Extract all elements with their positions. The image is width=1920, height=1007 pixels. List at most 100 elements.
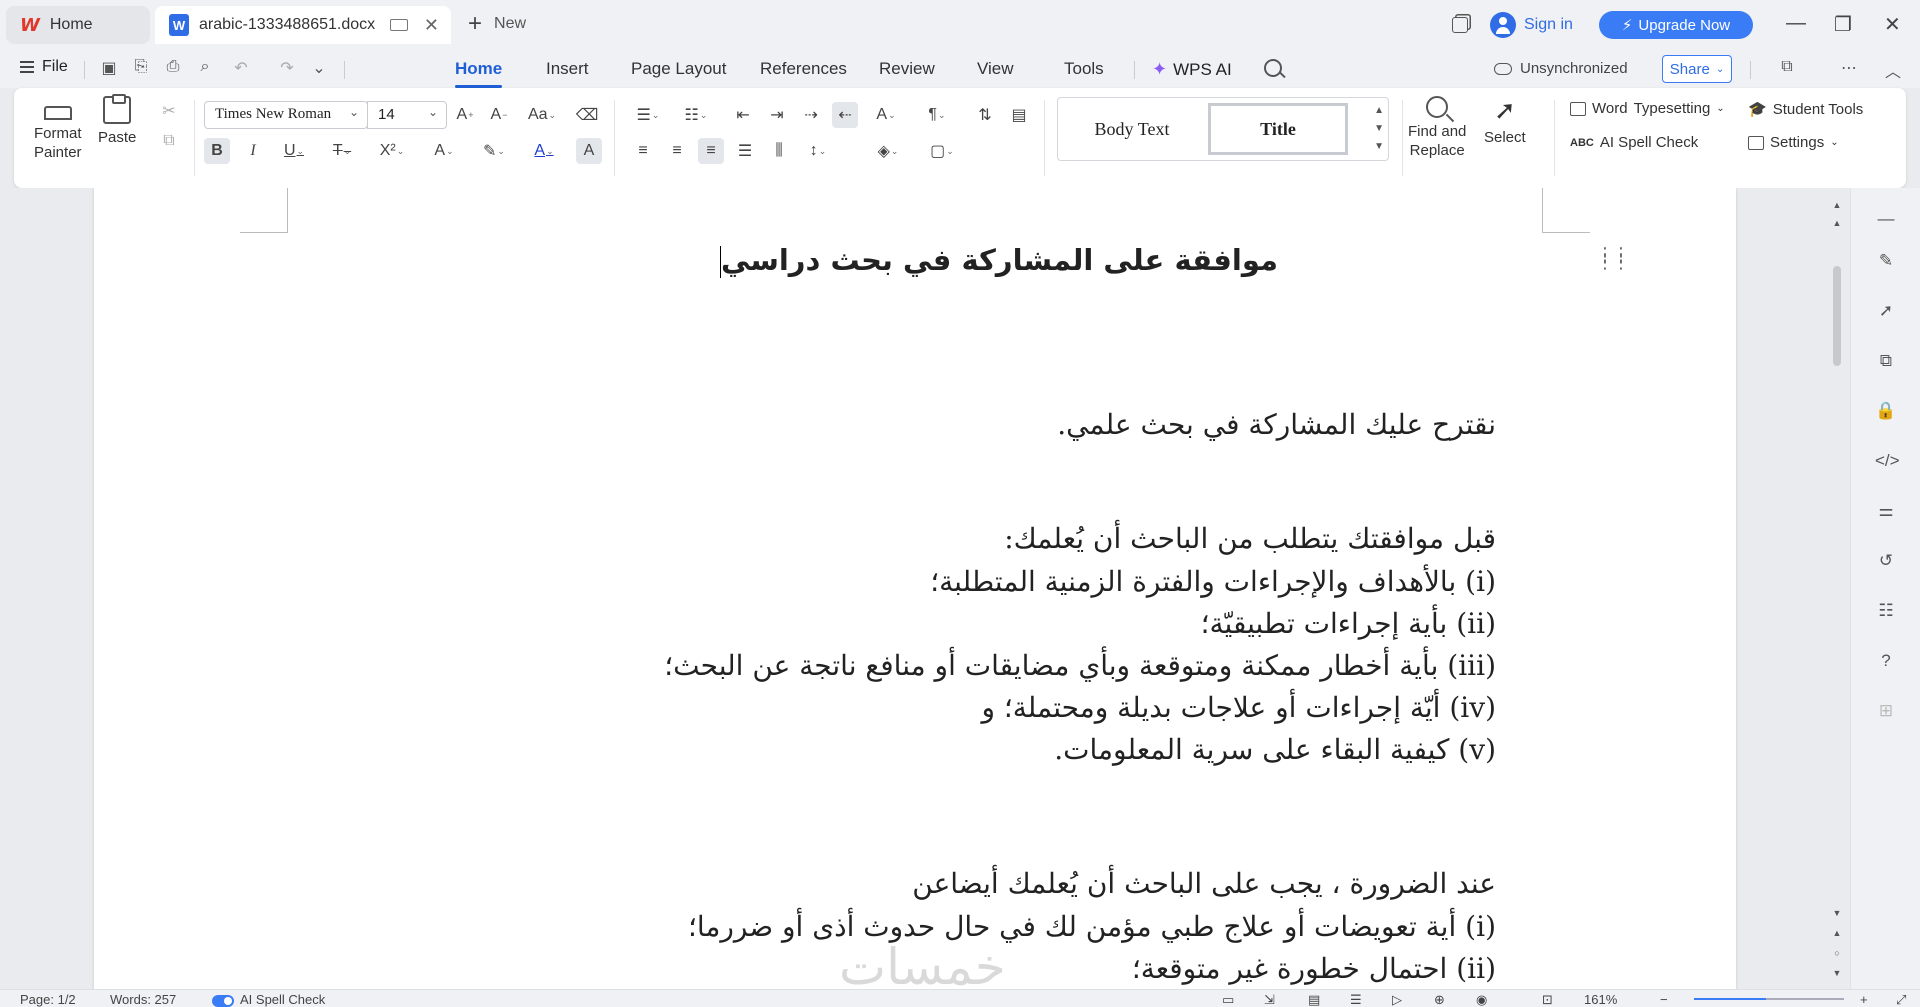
redo-icon[interactable]: ↷ bbox=[276, 58, 298, 80]
character-shading-icon[interactable]: A bbox=[576, 138, 602, 164]
text-effect-icon[interactable]: A ⌄ bbox=[426, 138, 462, 164]
scrollbar-thumb[interactable] bbox=[1833, 266, 1841, 366]
lock-icon[interactable]: 🔒 bbox=[1875, 400, 1897, 422]
paste-button[interactable]: Paste bbox=[98, 94, 136, 147]
styles-scroll[interactable]: ▲ ▼ ▼ bbox=[1374, 102, 1384, 156]
sliders-icon[interactable]: ⚌ bbox=[1875, 500, 1897, 522]
zoom-slider[interactable] bbox=[1694, 998, 1844, 1000]
file-menu[interactable]: File bbox=[20, 58, 68, 76]
list-item[interactable]: (iv) أيّة إجراءات أو علاجات بديلة ومحتمل… bbox=[981, 688, 1496, 728]
strikethrough-icon[interactable]: T ⌄ bbox=[324, 138, 360, 164]
minus-icon[interactable]: — bbox=[1875, 208, 1897, 230]
align-right-icon[interactable]: ≡ bbox=[698, 138, 724, 164]
underline-icon[interactable]: U ⌄ bbox=[276, 138, 312, 164]
tab-references[interactable]: References bbox=[760, 59, 847, 79]
rtl-direction-icon[interactable]: ⇠ bbox=[832, 102, 858, 128]
clear-format-icon[interactable]: ⌫ bbox=[574, 102, 600, 128]
font-size-select[interactable]: 14 ⌄ bbox=[367, 101, 447, 129]
help-icon[interactable]: ? bbox=[1875, 650, 1897, 672]
table-of-contents-icon[interactable]: ▤ bbox=[1006, 102, 1032, 128]
tab-tools[interactable]: Tools bbox=[1064, 59, 1104, 79]
document-title[interactable]: موافقة على المشاركة في بحث دراسي bbox=[94, 243, 1368, 278]
select-browse-icon[interactable]: ○ bbox=[1830, 948, 1844, 958]
paragraph-intro[interactable]: نقترح عليك المشاركة في بحث علمي. bbox=[1057, 405, 1496, 445]
close-window-icon[interactable]: ✕ bbox=[1884, 12, 1901, 37]
shrink-font-icon[interactable]: A − bbox=[486, 102, 512, 128]
track-changes-icon[interactable]: ▭ bbox=[1222, 992, 1234, 1007]
tab-view[interactable]: View bbox=[977, 59, 1014, 79]
fit-page-icon[interactable]: ⊡ bbox=[1542, 992, 1553, 1007]
format-painter-button[interactable]: Format Painter bbox=[34, 98, 82, 162]
close-tab-icon[interactable]: ✕ bbox=[424, 15, 439, 36]
paragraph-when-necessary[interactable]: عند الضرورة ، يجب على الباحث أن يُعلمك أ… bbox=[912, 864, 1496, 904]
share-button[interactable]: Share ⌄ bbox=[1662, 55, 1732, 83]
page-indicator[interactable]: Page: 1/2 bbox=[20, 992, 76, 1007]
word-count[interactable]: Words: 257 bbox=[110, 992, 176, 1007]
paragraph-mark-icon[interactable]: ¶ ⌄ bbox=[922, 102, 952, 128]
undo-icon[interactable]: ↶ bbox=[230, 58, 252, 80]
history-icon[interactable]: ↺ bbox=[1875, 550, 1897, 572]
align-left-icon[interactable]: ≡ bbox=[630, 138, 656, 164]
export-pdf-icon[interactable]: ⎘ bbox=[130, 58, 152, 80]
web-view-icon[interactable]: ⊕ bbox=[1434, 992, 1445, 1007]
tab-review[interactable]: Review bbox=[879, 59, 935, 79]
more-options-icon[interactable]: ⋯ bbox=[1838, 58, 1860, 80]
list-item[interactable]: (i) بالأهداف والإجراءات والفترة الزمنية … bbox=[930, 562, 1496, 602]
word-typesetting-button[interactable]: Word Typesetting ⌄ bbox=[1570, 100, 1725, 117]
next-page-icon[interactable]: ▼ bbox=[1830, 968, 1844, 978]
monitor-icon[interactable] bbox=[389, 19, 408, 31]
bold-icon[interactable]: B bbox=[204, 138, 230, 164]
collapse-ribbon-icon[interactable]: ︿ bbox=[1882, 58, 1904, 81]
change-case-icon[interactable]: Aa ⌄ bbox=[524, 102, 560, 128]
save-icon[interactable]: ▣ bbox=[98, 58, 120, 80]
tab-document[interactable]: W arabic-1333488651.docx ✕ bbox=[155, 6, 451, 44]
tab-insert[interactable]: Insert bbox=[546, 59, 589, 79]
scroll-down-icon[interactable]: ▼ bbox=[1830, 908, 1844, 918]
student-tools-button[interactable]: 🎓 Student Tools bbox=[1748, 100, 1863, 119]
find-replace-button[interactable]: Find and Replace bbox=[1408, 96, 1466, 160]
prev-page-icon[interactable]: ▲ bbox=[1830, 928, 1844, 938]
upgrade-button[interactable]: ⚡ Upgrade Now bbox=[1599, 11, 1753, 39]
zoom-out-icon[interactable]: − bbox=[1660, 992, 1668, 1007]
zoom-in-icon[interactable]: + bbox=[1860, 992, 1868, 1007]
distribute-icon[interactable]: ⫼ bbox=[766, 138, 792, 164]
wps-ai-button[interactable]: ✦ WPS AI bbox=[1152, 59, 1232, 80]
page-view-icon[interactable]: ▤ bbox=[1308, 992, 1320, 1007]
print-preview-icon[interactable]: ⌕ bbox=[194, 58, 216, 80]
collaborate-icon[interactable]: ⧉ bbox=[1776, 58, 1798, 80]
settings-button[interactable]: Settings ⌄ bbox=[1748, 134, 1839, 151]
grow-font-icon[interactable]: A + bbox=[452, 102, 478, 128]
numbering-icon[interactable]: ☷ ⌄ bbox=[678, 102, 714, 128]
minimize-icon[interactable]: — bbox=[1786, 12, 1806, 35]
shading-icon[interactable]: ◈ ⌄ bbox=[870, 138, 906, 164]
list-item[interactable]: (ii) بأية إجراءات تطبيقيّة؛ bbox=[1201, 604, 1496, 644]
ai-spell-check-button[interactable]: ABC AI Spell Check bbox=[1570, 134, 1698, 151]
superscript-icon[interactable]: X² ⌄ bbox=[374, 138, 410, 164]
outline-icon[interactable]: ☷ bbox=[1875, 600, 1897, 622]
style-body-text[interactable]: Body Text bbox=[1062, 103, 1202, 155]
text-direction-icon[interactable]: A ⌄ bbox=[868, 102, 904, 128]
chevron-up-icon[interactable]: ▲ bbox=[1374, 102, 1384, 120]
paragraph-drag-handle-icon[interactable]: ⋮⋮ ⋮⋮ bbox=[1596, 245, 1630, 271]
tab-home-ribbon[interactable]: Home bbox=[455, 59, 503, 88]
line-spacing-icon[interactable]: ↕ ⌄ bbox=[800, 138, 836, 164]
export-icon[interactable]: ⇲ bbox=[1264, 992, 1275, 1007]
paragraph-before-consent[interactable]: قبل موافقتك يتطلب من الباحث أن يُعلمك: bbox=[1004, 519, 1496, 559]
print-icon[interactable]: ⎙ bbox=[162, 58, 184, 80]
align-center-icon[interactable]: ≡ bbox=[664, 138, 690, 164]
increase-indent-icon[interactable]: ⇥ bbox=[764, 102, 790, 128]
ltr-direction-icon[interactable]: ⇢ bbox=[798, 102, 824, 128]
pen-icon[interactable]: ✎ bbox=[1875, 250, 1897, 272]
list-item[interactable]: (ii) احتمال خطورة غير متوقعة؛ bbox=[1132, 949, 1496, 989]
document-page[interactable]: ⋮⋮ ⋮⋮ موافقة على المشاركة في بحث دراسي نق… bbox=[94, 188, 1736, 989]
list-item[interactable]: (i) أية تعويضات أو علاج طبي مؤمن لك في ح… bbox=[688, 907, 1496, 947]
tab-home[interactable]: W Home bbox=[6, 6, 150, 44]
new-tab-button[interactable]: + New bbox=[468, 12, 526, 36]
fullscreen-icon[interactable]: ⤢ bbox=[1896, 992, 1906, 1007]
zoom-level[interactable]: 161% bbox=[1584, 992, 1617, 1007]
eye-protection-icon[interactable]: ◉ bbox=[1476, 992, 1487, 1007]
play-icon[interactable]: ▷ bbox=[1392, 992, 1402, 1007]
scroll-top-icon[interactable]: ▲ bbox=[1830, 200, 1844, 210]
copy-icon[interactable]: ⧉ bbox=[156, 128, 182, 154]
tab-page-layout[interactable]: Page Layout bbox=[631, 59, 726, 79]
